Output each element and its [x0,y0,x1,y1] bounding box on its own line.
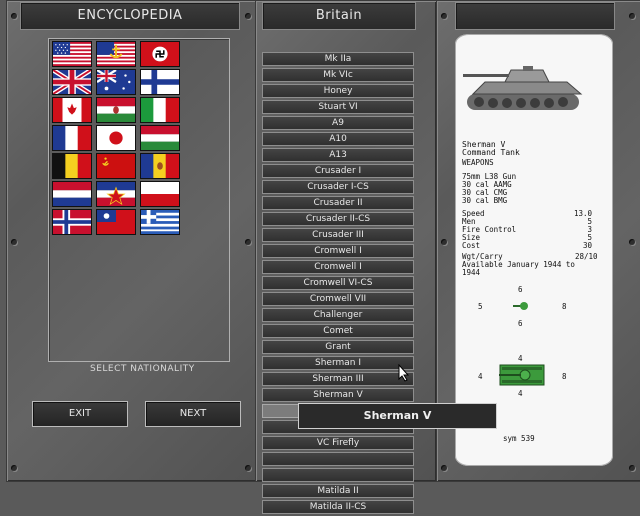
rivet [441,239,447,245]
unit-info-titlebar [455,2,615,30]
rivet [245,239,251,245]
unit-list: Mk IIa Mk VIc Honey Stuart VI A9 A10 A13 Crusad… [262,52,414,516]
rivet [11,465,17,471]
unit-list-item[interactable]: Mk VIc [262,68,414,82]
rivet [11,13,17,19]
belgium-flag[interactable] [52,153,92,179]
weapons-header: WEAPONS [462,158,494,167]
stat-row: Fire Control 3 [462,226,592,234]
usa-flag[interactable] [52,41,92,67]
australia-flag[interactable] [96,69,136,95]
armor-top: 4 [518,354,523,363]
unit-list-item[interactable]: Matilda II [262,484,414,498]
wgt-value: 28/10 [575,252,598,261]
unit-list-item[interactable]: Sherman III [262,372,414,386]
rivet [629,239,635,245]
unit-list-item[interactable]: Cromwell VII [262,292,414,306]
hungary-flag[interactable] [96,97,136,123]
turret-icon [513,302,528,310]
weapons-list: 75mm L38 Gun 30 cal AAMG 30 cal CMG 30 cal … [462,173,516,205]
rivet [629,13,635,19]
encyclopedia-title: ENCYCLOPEDIA [20,2,240,30]
unit-tooltip: Sherman V [298,403,497,429]
unit-list-item[interactable]: A10 [262,132,414,146]
netherlands-flag[interactable] [52,181,92,207]
uk-flag[interactable] [52,69,92,95]
weapon-item: 30 cal BMG [462,196,508,205]
unit-list-item[interactable]: A9 [262,116,414,130]
stat-label: Cost [462,241,481,250]
unit-list-item[interactable]: Cromwell VI-CS [262,276,414,290]
france-flag[interactable] [52,125,92,151]
norway-flag[interactable] [52,209,92,235]
unit-list-item[interactable]: Cromwell I [262,244,414,258]
stat-row: Size 5 [462,234,592,242]
stat-value: 30 [582,241,592,250]
unit-list-item[interactable]: Grant [262,340,414,354]
armor-right: 8 [562,372,567,381]
unit-list-item[interactable]: Crusader I-CS [262,180,414,194]
rivet [245,13,251,19]
armor-left: 4 [478,372,483,381]
hull-icon [499,364,545,386]
unit-list-item[interactable]: Comet [262,324,414,338]
rivet [629,465,635,471]
unit-list-item[interactable]: Crusader III [262,228,414,242]
unit-list-item[interactable]: Sherman I [262,356,414,370]
nation-title: Britain [262,2,416,30]
unit-list-item[interactable]: Sherman V [262,388,414,402]
greece-flag[interactable] [140,209,180,235]
exit-button[interactable]: EXIT [32,401,128,427]
hardness-top: 6 [518,285,523,294]
unit-list-item[interactable]: Matilda II-CS [262,500,414,514]
poland-flag[interactable] [140,181,180,207]
unit-list-item[interactable]: Crusader II [262,196,414,210]
hungary-alt-flag[interactable] [140,125,180,151]
yugoslavia-flag[interactable] [96,181,136,207]
rivet [245,465,251,471]
unit-list-item[interactable]: Mk IIa [262,52,414,66]
available-line2: 1944 [462,268,481,277]
unit-card: Sherman V Command Tank WEAPONS 75mm L38 … [455,34,613,466]
stat-row: Speed 13.0 [462,210,592,218]
unit-list-item[interactable] [262,452,414,466]
canada-flag[interactable] [52,97,92,123]
unit-list-item[interactable]: Challenger [262,308,414,322]
cursor-icon [398,364,410,382]
hardness-right: 8 [562,302,567,311]
next-button[interactable]: NEXT [145,401,241,427]
hardness-left: 5 [478,302,483,311]
usa-navy-flag[interactable] [96,41,136,67]
stat-row: Cost 30 [462,242,592,250]
italy-flag[interactable] [140,97,180,123]
rivet [11,239,17,245]
rivet [441,13,447,19]
unit-list-item[interactable]: Crusader I [262,164,414,178]
sym-label: sym 539 [503,434,535,443]
flag-grid [48,38,230,362]
rivet [441,465,447,471]
select-nationality-label: SELECT NATIONALITY [90,364,195,374]
unit-list-item[interactable]: Honey [262,84,414,98]
ussr-flag[interactable] [96,153,136,179]
unit-list-item[interactable]: Cromwell I [262,260,414,274]
japan-flag[interactable] [96,125,136,151]
armor-bottom: 4 [518,389,523,398]
romania-flag[interactable] [140,153,180,179]
tank-image [463,66,583,110]
unit-list-item[interactable]: A13 [262,148,414,162]
germany-flag[interactable] [140,41,180,67]
hardness-bottom: 6 [518,319,523,328]
unit-list-item[interactable]: Crusader II-CS [262,212,414,226]
unit-list-item[interactable]: Stuart VI [262,100,414,114]
unit-type: Command Tank [462,148,520,157]
stats-list: Speed 13.0 Men 5 Fire Control 3 Size 5 Cost 30 [462,210,592,250]
unit-list-item[interactable]: VC Firefly [262,436,414,450]
finland-flag[interactable] [140,69,180,95]
china-flag[interactable] [96,209,136,235]
